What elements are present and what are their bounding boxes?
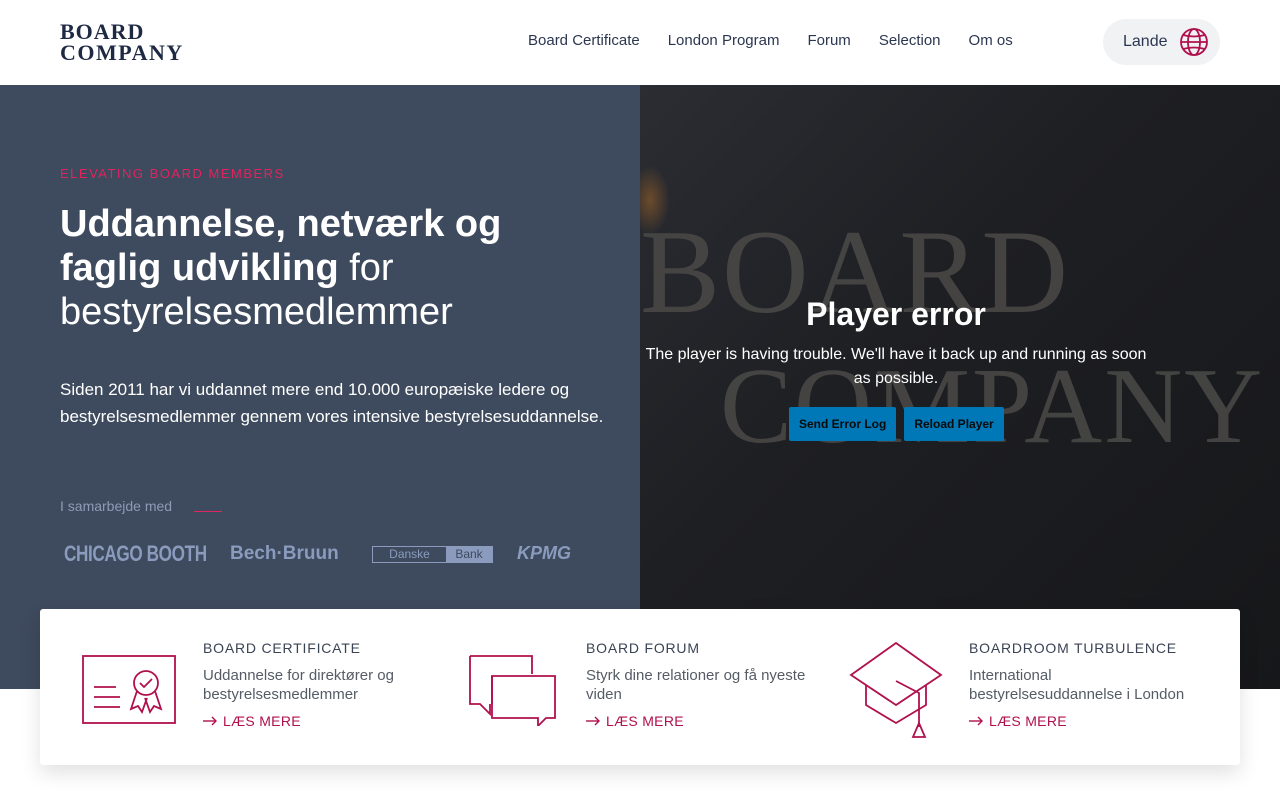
nav-forum[interactable]: Forum xyxy=(807,32,850,49)
player-error-message: The player is having trouble. We'll have… xyxy=(645,346,1147,387)
card-board-forum[interactable]: BOARD FORUM Styrk dine relationer og få … xyxy=(440,609,840,765)
read-more-label: LÆS MERE xyxy=(606,713,684,729)
graduation-cap-icon xyxy=(849,641,943,744)
read-more-label: LÆS MERE xyxy=(989,713,1067,729)
nav-board-certificate[interactable]: Board Certificate xyxy=(528,32,640,49)
arrow-right-icon xyxy=(586,716,600,726)
danske-bank-logo-text-b: Bank xyxy=(446,547,492,562)
card-description: International bestyrelsesuddannelse i Lo… xyxy=(969,667,1185,703)
danske-bank-logo-text-a: Danske xyxy=(389,547,430,561)
globe-icon xyxy=(1180,28,1208,56)
partners-divider xyxy=(194,511,222,512)
kpmg-logo: KPMG xyxy=(517,543,571,563)
read-more-label: LÆS MERE xyxy=(223,713,301,729)
card-description: Styrk dine relationer og få nyeste viden xyxy=(586,667,806,703)
logo-line-2: COMPANY xyxy=(60,40,184,65)
reload-player-button[interactable]: Reload Player xyxy=(904,407,1004,441)
card-board-certificate[interactable]: BOARD CERTIFICATE Uddannelse for direktø… xyxy=(40,609,440,765)
hero-lead: Siden 2011 har vi uddannet mere end 10.0… xyxy=(60,380,604,426)
certificate-icon xyxy=(80,653,176,730)
nav-london-program[interactable]: London Program xyxy=(668,32,780,49)
read-more-link[interactable]: LÆS MERE xyxy=(969,713,1067,729)
hero-headline-bold: Uddannelse, netværk og faglig udvikling xyxy=(60,203,502,289)
country-selector-button[interactable]: Lande xyxy=(1103,19,1220,65)
nav-selection[interactable]: Selection xyxy=(879,32,941,49)
logo-line-1: BOARD xyxy=(60,19,145,44)
bech-bruun-logo: Bech·Bruun xyxy=(230,543,339,564)
card-description: Uddannelse for direktører og bestyrelses… xyxy=(203,667,394,703)
main-nav: Board Certificate London Program Forum S… xyxy=(528,32,1013,49)
partners-label: I samarbejde med xyxy=(60,498,173,514)
player-error-actions: Send Error Log Reload Player xyxy=(789,407,1004,441)
arrow-right-icon xyxy=(203,716,217,726)
hero-headline: Uddannelse, netværk og faglig udvikling … xyxy=(60,202,580,334)
card-title: BOARD CERTIFICATE xyxy=(203,640,361,656)
chat-bubbles-icon xyxy=(468,654,558,731)
logo[interactable]: BOARD COMPANY xyxy=(60,19,184,65)
read-more-link[interactable]: LÆS MERE xyxy=(586,713,684,729)
card-title: BOARD FORUM xyxy=(586,640,700,656)
feature-cards: BOARD CERTIFICATE Uddannelse for direktø… xyxy=(40,609,1240,765)
danske-bank-logo: Danske Bank xyxy=(372,546,493,563)
nav-om-os[interactable]: Om os xyxy=(969,32,1013,49)
chicago-booth-logo: CHICAGO BOOTH xyxy=(64,541,207,566)
card-title: BOARDROOM TURBULENCE xyxy=(969,640,1177,656)
send-error-log-button[interactable]: Send Error Log xyxy=(789,407,897,441)
read-more-link[interactable]: LÆS MERE xyxy=(203,713,301,729)
player-error-title: Player error xyxy=(806,296,986,332)
card-boardroom-turbulence[interactable]: BOARDROOM TURBULENCE International besty… xyxy=(840,609,1240,765)
site-header: BOARD COMPANY Board Certificate London P… xyxy=(0,0,1280,85)
hero-eyebrow: ELEVATING BOARD MEMBERS xyxy=(60,166,285,181)
arrow-right-icon xyxy=(969,716,983,726)
country-selector-label: Lande xyxy=(1123,33,1168,50)
